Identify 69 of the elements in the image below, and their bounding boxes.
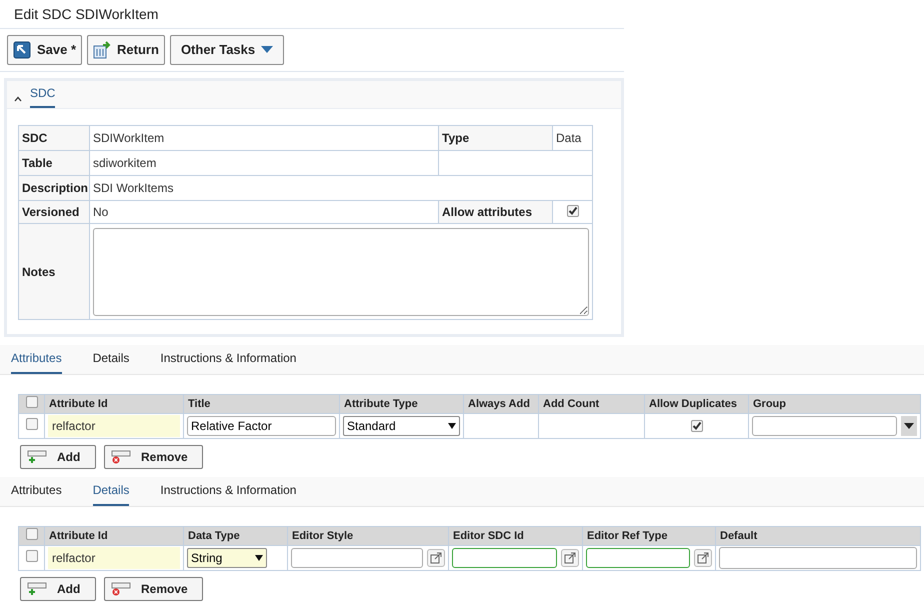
row-checkbox[interactable]	[26, 418, 38, 430]
notes-field[interactable]	[93, 228, 589, 316]
column-header: Add Count	[538, 394, 644, 414]
open-link-icon[interactable]	[694, 549, 712, 567]
column-header: Allow Duplicates	[644, 394, 748, 414]
column-header: Editor SDC Id	[448, 526, 582, 546]
field-label: Type	[438, 126, 552, 150]
toolbar-button[interactable]: Save *	[7, 35, 82, 65]
readonly-field: relfactor	[48, 547, 180, 569]
text-field[interactable]	[586, 548, 690, 568]
field-label: Table	[18, 150, 90, 176]
dropdown-button[interactable]	[901, 416, 917, 436]
tab[interactable]: Instructions & Information	[160, 481, 296, 506]
grid-button[interactable]: Remove	[104, 577, 203, 601]
column-header: Default	[716, 526, 920, 546]
dropdown-field[interactable]: String	[187, 548, 267, 568]
tab[interactable]: Attributes	[11, 349, 62, 374]
caret-icon	[255, 555, 263, 561]
caret-icon	[904, 423, 914, 429]
tab[interactable]: Attributes	[11, 481, 62, 506]
column-header: Group	[748, 394, 920, 414]
field-value: No	[90, 200, 438, 224]
text-field[interactable]	[452, 548, 557, 568]
select-all-checkbox[interactable]	[26, 528, 38, 540]
field-label: Versioned	[18, 200, 90, 224]
tab[interactable]: Details	[92, 349, 130, 374]
readonly-field: relfactor	[48, 415, 180, 437]
page-title: Edit SDC SDIWorkItem	[14, 4, 158, 24]
book-icon	[93, 41, 112, 59]
column-header: Editor Ref Type	[582, 526, 716, 546]
text-field[interactable]	[291, 548, 423, 568]
checkbox[interactable]	[566, 205, 578, 217]
column-header: Attribute Type	[340, 394, 464, 414]
text-area[interactable]	[719, 547, 917, 569]
column-header: Always Add	[464, 394, 538, 414]
add-row-icon	[27, 582, 47, 596]
remove-row-icon	[111, 582, 131, 596]
select-all-checkbox[interactable]	[26, 396, 38, 408]
field-label: Allow attributes	[438, 200, 552, 224]
text-field[interactable]: Relative Factor	[187, 416, 336, 436]
caret-icon	[448, 423, 456, 429]
group-field[interactable]	[752, 416, 897, 436]
field-value: sdiworkitem	[90, 150, 438, 176]
field-label: Description	[18, 176, 90, 200]
open-link-icon[interactable]	[427, 549, 445, 567]
column-header: Attribute Id	[44, 526, 184, 546]
field-value: Data	[552, 126, 592, 150]
remove-row-icon	[111, 450, 131, 464]
caret-icon	[261, 46, 274, 54]
tab[interactable]: Instructions & Information	[160, 349, 296, 374]
column-header: Data Type	[184, 526, 288, 546]
field-label: Notes	[18, 224, 90, 320]
field-value: SDIWorkItem	[90, 126, 438, 150]
row-checkbox[interactable]	[26, 550, 38, 562]
toolbar-button[interactable]: Other Tasks	[170, 35, 284, 65]
add-row-icon	[27, 450, 47, 464]
column-header: Editor Style	[288, 526, 448, 546]
field-value: SDI WorkItems	[90, 176, 592, 200]
dropdown-field[interactable]: Standard	[343, 416, 460, 436]
grid-button[interactable]: Remove	[104, 445, 203, 469]
field-label: SDC	[18, 126, 90, 150]
grid-button[interactable]: Add	[20, 445, 96, 469]
checkbox[interactable]	[690, 420, 702, 432]
column-header: Title	[184, 394, 340, 414]
tab[interactable]: Details	[92, 481, 130, 506]
open-link-icon[interactable]	[561, 549, 579, 567]
column-header: Attribute Id	[44, 394, 184, 414]
toolbar-button[interactable]: Return	[87, 35, 165, 65]
grid-button[interactable]: Add	[20, 577, 96, 601]
